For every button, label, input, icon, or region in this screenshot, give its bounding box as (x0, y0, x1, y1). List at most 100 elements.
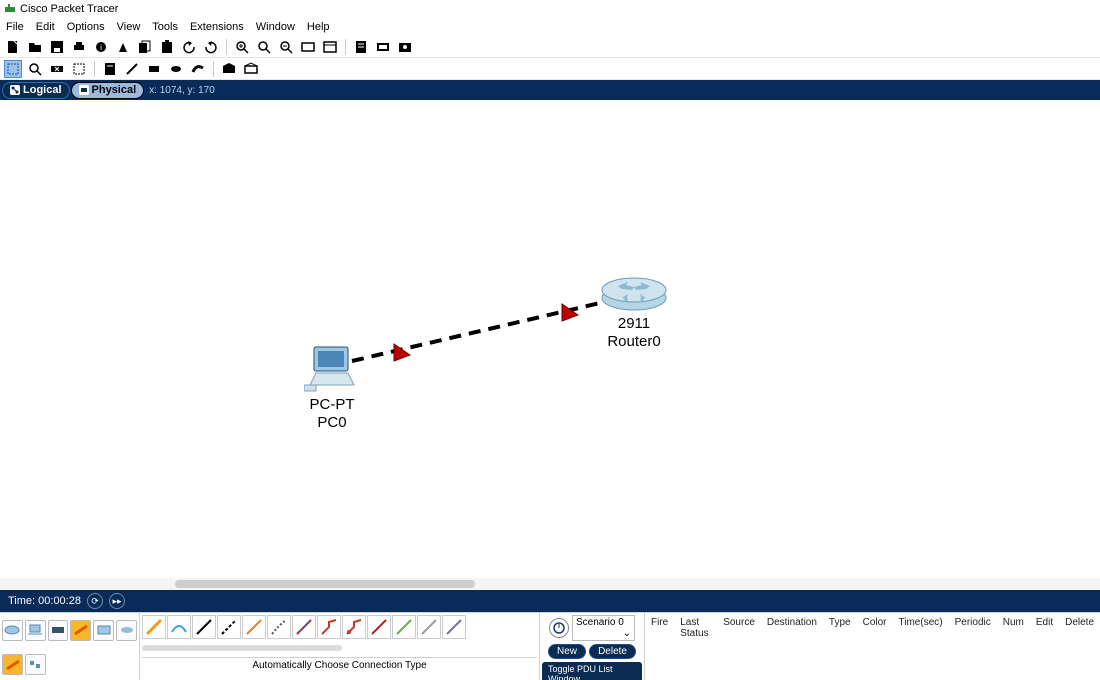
logical-tab[interactable]: Logical (2, 82, 70, 99)
misc-icon[interactable] (25, 654, 46, 675)
menu-help[interactable]: Help (307, 21, 330, 33)
fiber-icon[interactable] (242, 615, 266, 639)
app-logo (4, 3, 16, 15)
console-cable-icon[interactable] (167, 615, 191, 639)
octal-icon[interactable] (367, 615, 391, 639)
multiuser-icon[interactable] (93, 620, 114, 641)
redo-icon[interactable] (202, 38, 220, 56)
connections-icon[interactable] (70, 620, 91, 641)
serial-dte-icon[interactable] (342, 615, 366, 639)
coaxial-icon[interactable] (292, 615, 316, 639)
copy-icon[interactable] (136, 38, 154, 56)
auto-connection-icon[interactable] (142, 615, 166, 639)
physical-tab[interactable]: Physical (71, 82, 145, 99)
menu-file[interactable]: File (6, 21, 24, 33)
line-tool-icon[interactable] (123, 60, 141, 78)
command-log-icon[interactable] (374, 38, 392, 56)
save-icon[interactable] (48, 38, 66, 56)
pdu-col-periodic: Periodic (955, 617, 991, 678)
drawing-palette-icon[interactable] (299, 38, 317, 56)
rectangle-tool-icon[interactable] (145, 60, 163, 78)
device-pc0[interactable]: PC-PT PC0 (304, 343, 360, 432)
picker-scrollbar-thumb[interactable] (142, 645, 342, 651)
pdu-col-last-status: Last Status (680, 617, 711, 678)
undo-icon[interactable] (180, 38, 198, 56)
sim-time-label: Time: 00:00:28 (8, 595, 81, 607)
screenshot-icon[interactable] (396, 38, 414, 56)
pdu-col-delete: Delete (1065, 617, 1094, 678)
power-cycle-button[interactable]: ⟳ (87, 593, 103, 609)
scenario-delete-button[interactable]: Delete (589, 644, 636, 659)
pc-icon (304, 343, 360, 393)
menu-options[interactable]: Options (67, 21, 105, 33)
scenario-select[interactable]: Scenario 0 ⌄ (572, 615, 635, 641)
phone-cable-icon[interactable] (267, 615, 291, 639)
link-status-down-router-icon (562, 304, 578, 321)
pdu-col-num: Num (1003, 617, 1024, 678)
custom-devices-icon[interactable] (321, 38, 339, 56)
inspect-tool-icon[interactable] (26, 60, 44, 78)
connections-category-icon[interactable] (2, 654, 23, 675)
network-devices-icon[interactable] (2, 620, 23, 641)
zoom-reset-icon[interactable] (255, 38, 273, 56)
menu-edit[interactable]: Edit (36, 21, 55, 33)
open-file-icon[interactable] (26, 38, 44, 56)
scrollbar-thumb[interactable] (175, 580, 475, 588)
wizard-icon[interactable]: i (92, 38, 110, 56)
workspace-h-scrollbar[interactable] (0, 578, 1100, 590)
freeform-tool-icon[interactable] (189, 60, 207, 78)
secondary-toolbar (0, 58, 1100, 80)
delete-tool-icon[interactable] (48, 60, 66, 78)
menu-window[interactable]: Window (256, 21, 295, 33)
copper-cross-icon[interactable] (217, 615, 241, 639)
components-icon[interactable] (48, 620, 69, 641)
view-bar: Logical Physical x: 1074, y: 170 (0, 80, 1100, 100)
pdu-col-type: Type (829, 617, 851, 678)
scenario-new-button[interactable]: New (548, 644, 586, 659)
print-icon[interactable] (70, 38, 88, 56)
end-devices-icon[interactable] (25, 620, 46, 641)
pdu-col-fire: Fire (651, 617, 668, 678)
iot-cable-icon[interactable] (392, 615, 416, 639)
docker-icon[interactable] (116, 620, 137, 641)
ellipse-tool-icon[interactable] (167, 60, 185, 78)
activity-icon[interactable] (114, 38, 132, 56)
place-note-icon[interactable] (101, 60, 119, 78)
select-tool-icon[interactable] (4, 60, 22, 78)
physical-tab-label: Physical (92, 84, 137, 96)
device-picker-panel: Automatically Choose Connection Type (140, 613, 540, 680)
realtime-bar: Time: 00:00:28 ⟳ ▸▸ (0, 590, 1100, 612)
new-file-icon[interactable] (4, 38, 22, 56)
pdu-col-destination: Destination (767, 617, 817, 678)
usb-cable-icon[interactable] (417, 615, 441, 639)
paste-icon[interactable] (158, 38, 176, 56)
usb-cable2-icon[interactable] (442, 615, 466, 639)
device-category-panel (0, 613, 140, 680)
pc-model-label: PC-PT (304, 396, 360, 414)
complex-pdu-icon[interactable] (242, 60, 260, 78)
copper-straight-icon[interactable] (192, 615, 216, 639)
connection-type-label: Automatically Choose Connection Type (142, 657, 537, 673)
device-router0[interactable]: 2911 Router0 (598, 272, 670, 351)
menu-extensions[interactable]: Extensions (190, 21, 244, 33)
toggle-pdu-list-button[interactable]: Toggle PDU List Window (542, 662, 642, 680)
pdu-col-time: Time(sec) (899, 617, 943, 678)
menu-tools[interactable]: Tools (152, 21, 178, 33)
zoom-out-icon[interactable] (277, 38, 295, 56)
scenario-timer-icon[interactable] (549, 618, 569, 638)
menu-view[interactable]: View (117, 21, 141, 33)
notes-icon[interactable] (352, 38, 370, 56)
workspace-canvas[interactable]: PC-PT PC0 2911 Router0 (0, 100, 1100, 590)
bottom-panel: Automatically Choose Connection Type Sce… (0, 612, 1100, 680)
picker-h-scrollbar[interactable] (142, 643, 537, 653)
serial-dce-icon[interactable] (317, 615, 341, 639)
pdu-col-edit: Edit (1036, 617, 1053, 678)
simple-pdu-icon[interactable] (220, 60, 238, 78)
fast-forward-button[interactable]: ▸▸ (109, 593, 125, 609)
router-name-label: Router0 (598, 333, 670, 351)
menu-bar: File Edit Options View Tools Extensions … (0, 18, 1100, 36)
resize-tool-icon[interactable] (70, 60, 88, 78)
connection-link[interactable] (352, 303, 600, 361)
router-icon (598, 272, 670, 312)
zoom-in-icon[interactable] (233, 38, 251, 56)
